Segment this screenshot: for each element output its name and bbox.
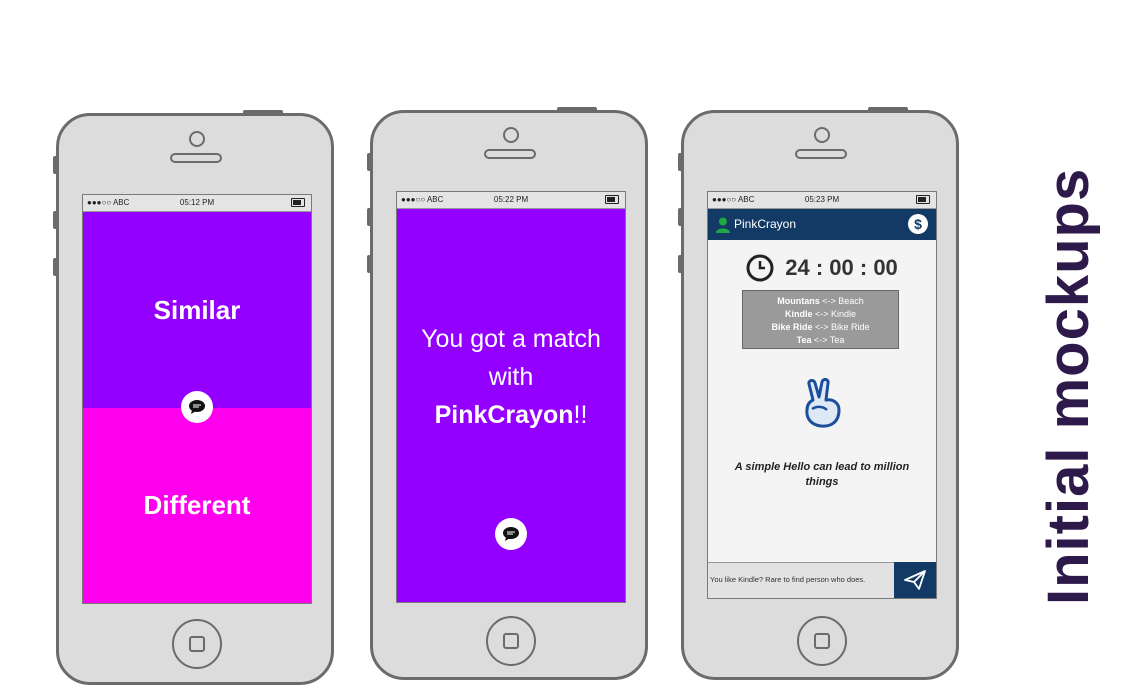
home-button[interactable] [172, 619, 222, 669]
status-time: 05:12 PM [179, 198, 215, 207]
message-input[interactable]: You like Kindle? Rare to find person who… [708, 562, 894, 598]
power-button [868, 107, 908, 111]
front-camera [503, 127, 519, 143]
volume-button [678, 153, 682, 171]
phone-screen: ●●●○○ ABC 05:12 PM Similar Different [82, 194, 312, 604]
chat-header: PinkCrayon $ [708, 209, 936, 240]
countdown-timer: 24 : 00 : 00 [708, 254, 936, 282]
volume-button [367, 153, 371, 171]
battery-icon [291, 198, 305, 207]
interest-row: Kindle <-> Kindle [784, 309, 857, 319]
volume-button [678, 255, 682, 273]
earpiece-speaker [170, 153, 222, 163]
earpiece-speaker [484, 149, 536, 159]
dollar-button[interactable]: $ [908, 214, 928, 234]
user-icon [716, 217, 730, 233]
tagline: A simple Hello can lead to million thing… [734, 461, 910, 488]
volume-button [367, 255, 371, 273]
status-bar: ●●●○○ ABC 05:12 PM [83, 195, 311, 212]
front-camera [189, 131, 205, 147]
interest-row: Tea <-> Tea [796, 335, 845, 345]
volume-button [53, 258, 57, 276]
chat-icon [189, 400, 205, 414]
chat-button[interactable] [181, 391, 213, 423]
phone-mockup-chat: ●●●○○ ABC 05:23 PM PinkCrayon $ 24 : 00 … [678, 107, 959, 680]
page-title: Initial mockups [1036, 167, 1101, 605]
phone-screen: ●●●○○ ABC 05:22 PM You got a match with … [396, 191, 626, 603]
power-button [557, 107, 597, 111]
similar-label: Similar [153, 294, 241, 325]
status-bar: ●●●○○ ABC 05:22 PM [397, 192, 625, 209]
chat-icon [503, 527, 519, 541]
home-button[interactable] [797, 616, 847, 666]
chat-partner-name[interactable]: PinkCrayon [734, 217, 796, 231]
battery-icon [916, 195, 930, 204]
match-name: PinkCrayon [434, 401, 574, 429]
send-icon [904, 570, 926, 590]
status-bar: ●●●○○ ABC 05:23 PM [708, 192, 936, 209]
message-input-text: You like Kindle? Rare to find person who… [710, 575, 866, 584]
interest-row: Mountans <-> Beach [777, 296, 864, 306]
volume-button [367, 208, 371, 226]
status-time: 05:22 PM [493, 195, 529, 204]
phone-screen: ●●●○○ ABC 05:23 PM PinkCrayon $ 24 : 00 … [707, 191, 937, 599]
status-time: 05:23 PM [804, 195, 840, 204]
different-label: Different [143, 490, 251, 520]
phone-mockup-match: ●●●○○ ABC 05:22 PM You got a match with … [367, 107, 648, 680]
send-button[interactable] [894, 562, 936, 598]
home-button[interactable] [486, 616, 536, 666]
match-message: You got a match with PinkCrayon!! [397, 320, 625, 434]
volume-button [53, 211, 57, 229]
front-camera [814, 127, 830, 143]
volume-button [678, 208, 682, 226]
similar-panel[interactable]: Similar [83, 212, 311, 408]
match-suffix: !! [573, 401, 588, 429]
common-interests-box: Mountans <-> Beach Kindle <-> Kindle Bik… [742, 290, 899, 349]
clock-icon [746, 254, 774, 282]
interest-row: Bike Ride <-> Bike Ride [771, 322, 870, 332]
earpiece-speaker [795, 149, 847, 159]
phone-mockup-similar: ●●●○○ ABC 05:12 PM Similar Different [53, 110, 334, 685]
match-line-1: You got a match [421, 325, 601, 353]
dollar-icon: $ [914, 216, 922, 232]
peace-hand-icon [805, 378, 841, 428]
match-line-2: with [488, 363, 534, 391]
different-panel[interactable]: Different [83, 408, 311, 603]
power-button [243, 110, 283, 114]
timer-value: 24 : 00 : 00 [785, 255, 898, 280]
battery-icon [605, 195, 619, 204]
chat-button[interactable] [495, 518, 527, 550]
volume-button [53, 156, 57, 174]
